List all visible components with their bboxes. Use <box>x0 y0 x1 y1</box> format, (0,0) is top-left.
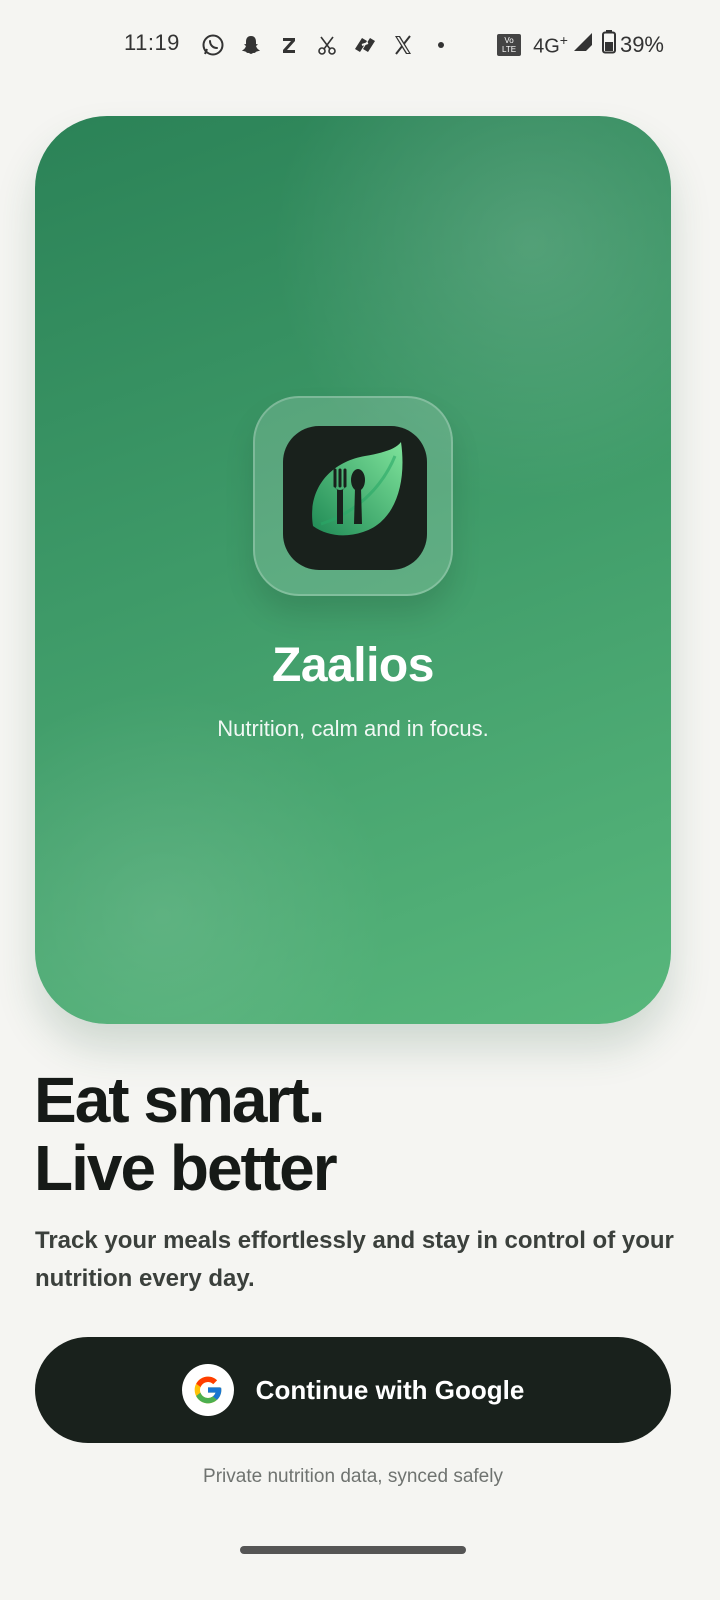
app-logo <box>283 426 427 570</box>
continue-with-google-button[interactable]: Continue with Google <box>35 1337 671 1443</box>
scissors-icon <box>314 32 340 58</box>
volte-badge: Vo LTE <box>497 34 522 56</box>
headline-line-1: Eat smart. <box>34 1064 325 1136</box>
leaf-utensils-icon <box>312 442 403 536</box>
battery-percent: 39% <box>619 32 664 57</box>
battery-icon <box>601 30 616 60</box>
privacy-note: Private nutrition data, synced safely <box>203 1466 503 1487</box>
dot-icon <box>428 32 454 58</box>
app-tagline: Nutrition, calm and in focus. <box>217 716 489 741</box>
home-indicator[interactable] <box>240 1546 466 1554</box>
description-text: Track your meals effortlessly and stay i… <box>35 1227 674 1292</box>
app-name: Zaalios <box>272 639 434 692</box>
notification-icons <box>200 30 466 60</box>
headline-line-2: Live better <box>34 1132 338 1204</box>
snapchat-icon <box>238 32 264 58</box>
signal-icon <box>572 31 594 59</box>
status-right: Vo LTE 4G+ 39% <box>497 30 664 60</box>
headline: Eat smart. Live better <box>34 1066 684 1202</box>
status-time: 11:19 <box>124 30 180 55</box>
google-icon <box>181 1364 234 1416</box>
zomato-icon <box>276 32 302 58</box>
hero-card: Zaalios Nutrition, calm and in focus. <box>35 116 671 1024</box>
x-icon <box>390 32 416 58</box>
status-bar: 11:19 Vo LTE 4G+ 39% <box>0 22 720 68</box>
network-type: 4G+ <box>533 31 568 58</box>
google-button-label: Continue with Google <box>255 1374 525 1405</box>
whatsapp-icon <box>200 32 226 58</box>
linked-app-icon <box>352 32 378 58</box>
app-logo-frame <box>253 396 453 596</box>
